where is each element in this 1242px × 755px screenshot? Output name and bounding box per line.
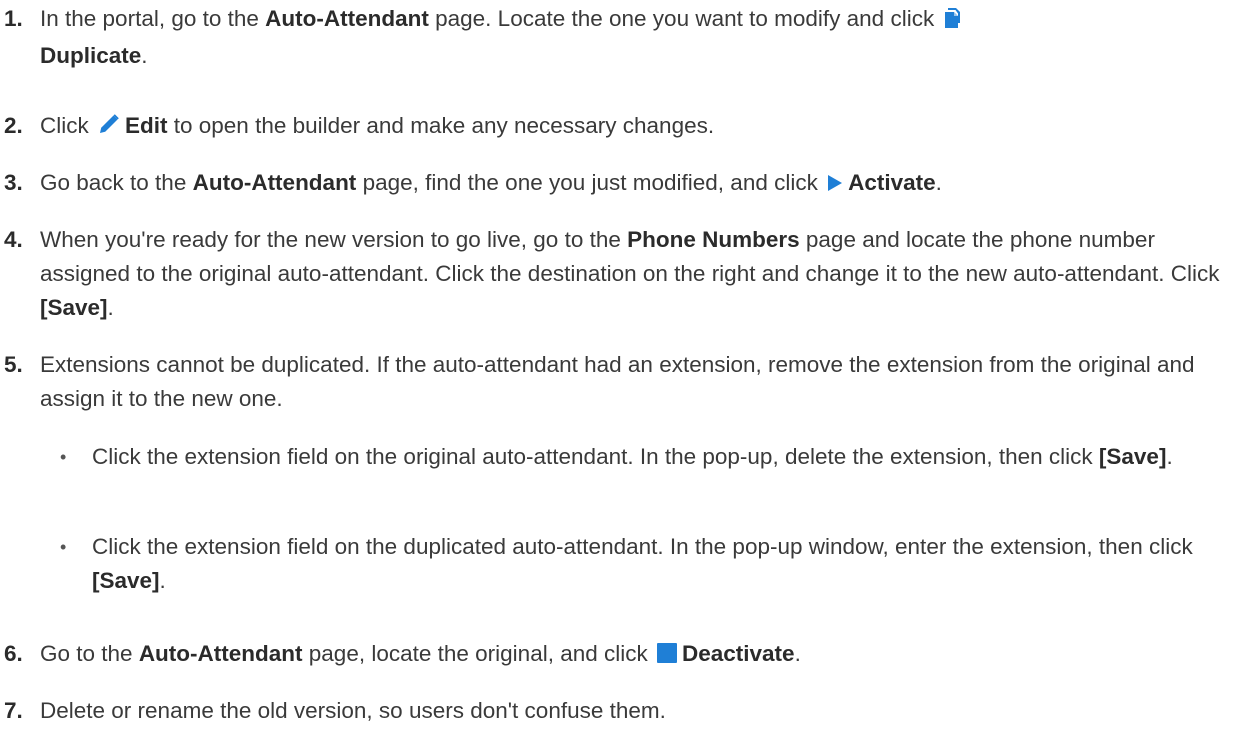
save-label: [Save] xyxy=(40,295,108,320)
step-number: 2. xyxy=(4,113,23,138)
play-icon xyxy=(826,169,844,203)
bullet: • xyxy=(60,537,67,557)
step-2: 2. Click Edit to open the builder and ma… xyxy=(0,109,1242,145)
step-text: In the portal, go to the Auto-Attendant … xyxy=(40,2,1236,73)
auto-attendant-link: Auto-Attendant xyxy=(192,170,357,195)
step-7: 7. Delete or rename the old version, so … xyxy=(0,694,1242,730)
deactivate-label: Deactivate xyxy=(682,641,795,666)
duplicate-label: Duplicate xyxy=(40,43,142,68)
step-text: Click Edit to open the builder and make … xyxy=(40,109,1236,146)
sub-step-text: Click the extension field on the duplica… xyxy=(92,534,1193,593)
auto-attendant-link: Auto-Attendant xyxy=(265,6,429,31)
step-number: 3. xyxy=(4,170,23,195)
step-1: 1. In the portal, go to the Auto-Attenda… xyxy=(0,2,1242,72)
stop-square-icon xyxy=(656,640,678,674)
sub-step-2: • Click the extension field on the dupli… xyxy=(0,530,1242,600)
step-number: 1. xyxy=(4,6,23,31)
step-3: 3. Go back to the Auto-Attendant page, f… xyxy=(0,166,1242,202)
duplicate-icon xyxy=(942,5,962,39)
phone-numbers-link: Phone Numbers xyxy=(627,227,800,252)
step-6: 6. Go to the Auto-Attendant page, locate… xyxy=(0,637,1242,673)
step-number: 4. xyxy=(4,227,23,252)
activate-label: Activate xyxy=(848,170,936,195)
step-4: 4. When you're ready for the new version… xyxy=(0,223,1242,328)
sub-step-text: Click the extension field on the origina… xyxy=(92,444,1173,469)
auto-attendant-link: Auto-Attendant xyxy=(138,641,303,666)
step-5: 5. Extensions cannot be duplicated. If t… xyxy=(0,348,1242,418)
bullet: • xyxy=(60,447,67,467)
step-number: 6. xyxy=(4,641,23,666)
step-number: 5. xyxy=(4,352,23,377)
step-text: Go back to the Auto-Attendant page, find… xyxy=(40,166,1236,203)
pencil-icon xyxy=(97,112,121,146)
save-label: [Save] xyxy=(1098,444,1167,469)
edit-label: Edit xyxy=(125,113,168,138)
step-text: Extensions cannot be duplicated. If the … xyxy=(40,352,1195,411)
step-text: Delete or rename the old version, so use… xyxy=(40,698,666,723)
save-label: [Save] xyxy=(92,568,160,593)
instructions-list: 1. In the portal, go to the Auto-Attenda… xyxy=(0,0,1242,755)
step-text: Go to the Auto-Attendant page, locate th… xyxy=(40,637,1236,674)
sub-step-1: • Click the extension field on the origi… xyxy=(0,440,1242,510)
step-text: When you're ready for the new version to… xyxy=(40,227,1220,320)
step-number: 7. xyxy=(4,698,23,723)
